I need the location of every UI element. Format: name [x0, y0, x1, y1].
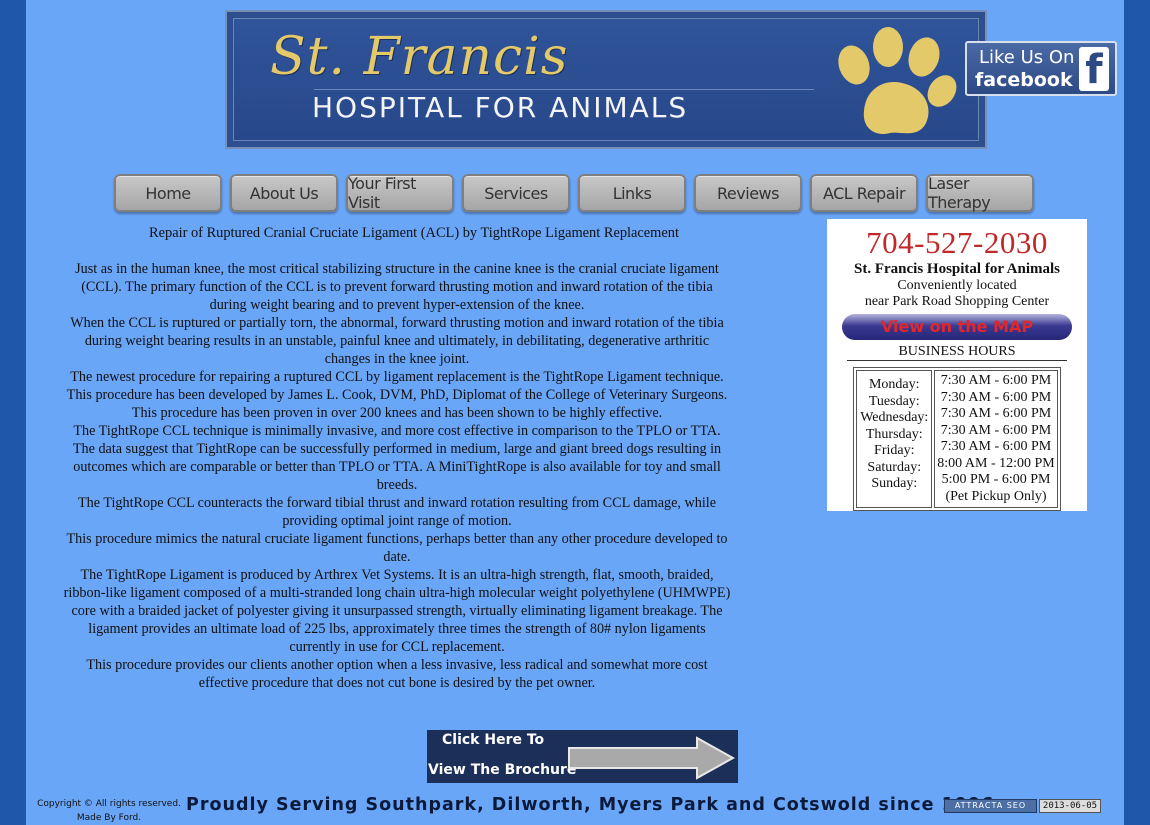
article-paragraph: This procedure mimics the natural crucia…	[66, 531, 728, 565]
view-map-button[interactable]: View on the MAP	[842, 314, 1072, 340]
facebook-line1: Like Us On	[979, 47, 1075, 68]
day-label: Sunday:	[871, 476, 918, 491]
location-line1: Conveniently located	[897, 278, 1017, 293]
times-column: 7:30 AM - 6:00 PM 7:30 AM - 6:00 PM 7:30…	[934, 370, 1058, 508]
time-value: (Pet Pickup Only)	[945, 488, 1047, 504]
article-paragraph: This procedure provides our clients anot…	[86, 657, 708, 691]
time-value: 7:30 AM - 6:00 PM	[940, 406, 1052, 421]
facebook-like-button[interactable]: Like Us On facebook f	[965, 41, 1117, 96]
brochure-button[interactable]: Click Here To View The Brochure	[427, 730, 738, 783]
day-label: Saturday:	[867, 459, 922, 475]
article-paragraph: The TightRope CCL counteracts the forwar…	[77, 495, 717, 529]
time-value: 7:30 AM - 6:00 PM	[940, 373, 1052, 388]
hours-table: Monday: Tuesday: Wednesday: Thursday: Fr…	[853, 367, 1061, 511]
nav-reviews[interactable]: Reviews	[694, 174, 802, 212]
nav-acl-repair[interactable]: ACL Repair	[810, 174, 918, 212]
copyright: Copyright © All rights reserved. Made By…	[34, 797, 184, 825]
footer-slogan: Proudly Serving Southpark, Dilworth, Mye…	[186, 795, 995, 815]
nav-your-first-visit[interactable]: Your First Visit	[346, 174, 454, 212]
article-paragraph: The newest procedure for repairing a rup…	[66, 369, 728, 421]
article-paragraph: The TightRope CCL technique is minimally…	[72, 423, 722, 493]
facebook-line2: facebook	[975, 69, 1073, 91]
seo-badge[interactable]: ATTRACTA SEO 2013-06-05	[944, 799, 1101, 813]
days-column: Monday: Tuesday: Wednesday: Thursday: Fr…	[856, 370, 933, 508]
business-hours-title: BUSINESS HOURS	[898, 344, 1016, 359]
nav-home[interactable]: Home	[114, 174, 222, 212]
banner-panel: St. Francis HOSPITAL FOR ANIMALS	[233, 18, 979, 141]
time-value: 7:30 AM - 6:00 PM	[940, 389, 1052, 405]
time-value: 5:00 PM - 6:00 PM	[941, 472, 1051, 487]
nav-laser-therapy[interactable]: Laser Therapy	[926, 174, 1034, 212]
seo-badge-label: ATTRACTA SEO	[944, 799, 1037, 813]
seo-badge-date: 2013-06-05	[1039, 799, 1101, 813]
main-nav: Home About Us Your First Visit Services …	[114, 174, 1034, 212]
day-label: Tuesday:	[868, 393, 920, 409]
made-by-text[interactable]: Made By Ford.	[34, 811, 184, 825]
copyright-text: Copyright © All rights reserved.	[37, 799, 181, 809]
time-value: 8:00 AM - 12:00 PM	[937, 455, 1055, 471]
page: St. Francis HOSPITAL FOR ANIMALS Like Us…	[26, 0, 1124, 825]
banner-divider	[314, 89, 814, 90]
time-value: 7:30 AM - 6:00 PM	[940, 439, 1052, 454]
facebook-f-icon: f	[1079, 47, 1109, 93]
paw-print-icon	[838, 27, 957, 135]
day-label: Wednesday:	[860, 410, 929, 425]
day-label: Monday:	[868, 377, 920, 392]
article: Repair of Ruptured Cranial Cruciate Liga…	[62, 224, 732, 692]
day-label: Friday:	[874, 443, 915, 458]
time-value: 7:30 AM - 6:00 PM	[940, 422, 1052, 438]
nav-about-us[interactable]: About Us	[230, 174, 338, 212]
phone-number[interactable]: 704-527-2030	[827, 225, 1087, 261]
hospital-name: St. Francis Hospital for Animals	[854, 261, 1060, 277]
site-title: St. Francis	[270, 27, 569, 87]
article-paragraph: Just as in the human knee, the most crit…	[75, 261, 719, 313]
day-label: Thursday:	[865, 426, 923, 442]
arrow-right-icon	[568, 736, 735, 780]
hours-divider	[847, 360, 1067, 361]
article-paragraph: When the CCL is ruptured or partially to…	[70, 315, 724, 367]
site-banner[interactable]: St. Francis HOSPITAL FOR ANIMALS	[225, 10, 987, 149]
nav-services[interactable]: Services	[462, 174, 570, 212]
site-subtitle: HOSPITAL FOR ANIMALS	[312, 91, 689, 124]
contact-card: 704-527-2030 St. Francis Hospital for An…	[827, 219, 1087, 511]
nav-links[interactable]: Links	[578, 174, 686, 212]
article-heading: Repair of Ruptured Cranial Cruciate Liga…	[149, 225, 679, 241]
brochure-line1: Click Here To	[442, 732, 545, 748]
location-line2: near Park Road Shopping Center	[864, 294, 1050, 309]
article-paragraph: The TightRope Ligament is produced by Ar…	[63, 567, 731, 655]
brochure-line2: View The Brochure	[428, 762, 577, 778]
